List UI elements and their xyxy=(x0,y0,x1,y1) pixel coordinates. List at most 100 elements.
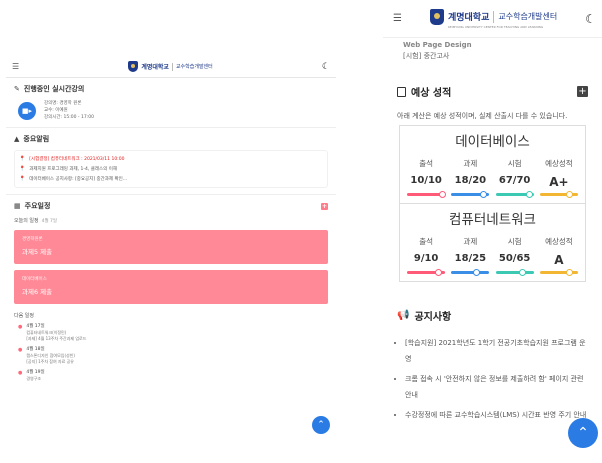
slider-knob xyxy=(518,269,526,276)
dot-icon: ● xyxy=(18,347,23,353)
lecture-time: 강의시간: 15:00 - 17:00 xyxy=(44,115,94,120)
grade-column-header: 과제 xyxy=(463,159,478,168)
notice-item[interactable]: 수강정정에 따른 교수학습시스템(LMS) 시간표 반영 주기 안내 xyxy=(405,407,588,423)
scroll-top-button[interactable]: ⌃ xyxy=(568,418,598,448)
grade-note: 아래 계산은 예상 성적이며, 실제 산출시 다를 수 있습니다. xyxy=(397,112,568,120)
grade-value-row: 10/10 18/20 67/70 A+ xyxy=(400,169,585,189)
notice-text: 과제지원 프로그래밍 과제, 1-4, 클래스의 이해 xyxy=(29,167,117,172)
notice-list: 📍 [시험결정] 컴퓨터네트워크 : 2021/03/11 10:00 📍 과제… xyxy=(14,150,328,188)
grade-value: 18/20 xyxy=(454,175,487,186)
grade-slider xyxy=(539,269,578,276)
university-shield-icon xyxy=(429,8,444,25)
slider-track xyxy=(451,271,490,274)
grade-value: A+ xyxy=(549,175,569,189)
grade-slider xyxy=(451,191,490,198)
notice-list: [학습지원] 2021학년도 1학기 전공기초학습지원 프로그램 운영 크롬 접… xyxy=(383,335,602,423)
dot-icon: ● xyxy=(18,370,23,376)
slider-knob xyxy=(479,191,487,198)
notice-item[interactable]: 📍 [시험결정] 컴퓨터네트워크 : 2021/03/11 10:00 xyxy=(19,154,323,164)
grade-slider xyxy=(495,269,534,276)
grade-bar-row xyxy=(400,191,585,198)
grade-column-header: 출석 xyxy=(419,237,434,246)
top-bar: ☰ 계명대학교 교수학습개발센터 KEIMYUNG UNIVERSITY CEN… xyxy=(383,0,602,38)
grade-slider xyxy=(495,191,534,198)
card-course: 데이터베이스 xyxy=(22,277,47,282)
grade-subject-card: 컴퓨터네트워크 출석 과제 시험 예상성적 9/10 18/25 50/65 A xyxy=(399,204,586,282)
notice-item[interactable]: 크롬 접속 시 '안전하지 않은 정보를 제출하려 함' 페이지 관련 안내 xyxy=(405,371,588,403)
video-camera-icon[interactable]: ■▸ xyxy=(18,101,36,120)
schedule-title: 주요일정 xyxy=(24,202,51,210)
next-schedule-item[interactable]: ● 4월 18일 캡스톤디자인 참여모임(성빈) [공지] 1주차 참여 자료 … xyxy=(14,347,328,365)
pin-icon: 📍 xyxy=(19,166,26,172)
add-schedule-button[interactable]: + xyxy=(321,202,328,210)
notice-item[interactable]: 📍 과제지원 프로그래밍 과제, 1-4, 클래스의 이해 xyxy=(19,164,323,174)
notice-text: 데이터베이스 공지사항: [중요공지] 중간과제 확인... xyxy=(29,177,128,182)
slider-knob xyxy=(435,269,443,276)
calendar-icon: ▦ xyxy=(14,202,21,210)
logo-divider xyxy=(493,10,495,23)
next-line2: [공지] 1주차 참여 자료 공유 xyxy=(26,359,74,364)
logo[interactable]: 계명대학교 교수학습개발센터 xyxy=(128,61,213,72)
menu-icon[interactable]: ☰ xyxy=(393,13,402,24)
menu-icon[interactable]: ☰ xyxy=(12,62,19,71)
grade-column-header: 예상성적 xyxy=(545,159,573,168)
course-exam: [시험] 중간고사 xyxy=(403,52,450,60)
important-notice-title: 중요알림 xyxy=(23,135,50,143)
grade-header-row: 출석 과제 시험 예상성적 xyxy=(400,150,585,169)
pin-icon: 📍 xyxy=(19,156,26,162)
left-screen: ☰ 계명대학교 교수학습개발센터 ☾ ✎ 진행중인 실시간강의 ■▸ 강의명: … xyxy=(6,56,336,463)
add-grade-button[interactable]: + xyxy=(577,86,588,97)
dark-mode-icon[interactable]: ☾ xyxy=(322,62,330,72)
grade-value: 50/65 xyxy=(498,253,531,264)
today-date: 4월 7일 xyxy=(41,219,58,224)
grade-slider xyxy=(451,269,490,276)
slider-knob xyxy=(525,191,533,198)
course-name: Web Page Design xyxy=(403,41,472,49)
pencil-icon: ✎ xyxy=(14,85,20,93)
next-schedule-item[interactable]: ● 4월 17일 컴퓨터네트워크(이정민) [과제] 4월 13주차 주간과제 … xyxy=(14,324,328,342)
grade-slider xyxy=(539,191,578,198)
dark-mode-icon[interactable]: ☾ xyxy=(585,12,596,26)
logo-english: KEIMYUNG UNIVERSITY CENTER FOR TEACHING … xyxy=(447,24,544,29)
notice-header: 📢 공지사항 xyxy=(383,308,602,323)
card-task: 과제5 제출 xyxy=(22,248,53,256)
live-lecture-card[interactable]: ■▸ 강의명: 경영학 원론 교수: 이예원 강의시간: 15:00 - 17:… xyxy=(14,100,328,121)
top-bar: ☰ 계명대학교 교수학습개발센터 ☾ xyxy=(6,56,336,78)
grade-header-row: 출석 과제 시험 예상성적 xyxy=(400,228,585,247)
important-notice-section: ▲ 중요알림 📍 [시험결정] 컴퓨터네트워크 : 2021/03/11 10:… xyxy=(6,128,336,195)
notice-item[interactable]: [학습지원] 2021학년도 1학기 전공기초학습지원 프로그램 운영 xyxy=(405,335,588,367)
live-lecture-title: 진행중인 실시간강의 xyxy=(23,85,85,93)
grade-value: 18/25 xyxy=(454,253,487,264)
logo[interactable]: 계명대학교 교수학습개발센터 KEIMYUNG UNIVERSITY CENTE… xyxy=(429,8,558,29)
schedule-card[interactable]: 데이터베이스 과제6 제출 xyxy=(14,270,328,304)
subject-name: 데이터베이스 xyxy=(455,134,530,150)
logo-sub: 교수학습개발센터 xyxy=(498,12,558,21)
next-line2: [과제] 4월 13주차 주간과제 업로드 xyxy=(26,336,87,341)
today-label: 오늘의 일정 4월 7일 xyxy=(14,217,328,224)
card-task: 과제6 제출 xyxy=(22,288,53,296)
grade-value: 67/70 xyxy=(498,175,531,186)
subject-name: 컴퓨터네트워크 xyxy=(449,212,536,228)
logo-main: 계명대학교 xyxy=(447,13,490,23)
notice-item[interactable]: 📍 데이터베이스 공지사항: [중요공지] 중간과제 확인... xyxy=(19,174,323,184)
next-schedule-item[interactable]: ● 4월 19일 경영구조 xyxy=(14,370,328,382)
lecture-professor: 교수: 이예원 xyxy=(44,108,68,113)
live-lecture-section: ✎ 진행중인 실시간강의 ■▸ 강의명: 경영학 원론 교수: 이예원 강의시간… xyxy=(6,78,336,128)
grade-value: A xyxy=(554,253,564,267)
grade-subjects: 데이터베이스 출석 과제 시험 예상성적 10/10 18/20 67/70 A+ 컴퓨터네트워크… xyxy=(383,125,602,282)
grade-value-row: 9/10 18/25 50/65 A xyxy=(400,247,585,267)
grade-column-header: 예상성적 xyxy=(545,237,573,246)
grade-subject-card: 데이터베이스 출석 과제 시험 예상성적 10/10 18/20 67/70 A+ xyxy=(399,125,586,204)
grade-slider xyxy=(407,191,447,198)
scroll-top-button[interactable]: ⌃ xyxy=(312,416,330,434)
slider-knob xyxy=(566,191,574,198)
grade-column-header: 시험 xyxy=(507,159,522,168)
warning-icon: ▲ xyxy=(14,135,20,143)
logo-main: 계명대학교 xyxy=(141,64,169,71)
schedule-card[interactable]: 경영학원론 과제5 제출 xyxy=(14,230,328,264)
card-course: 경영학원론 xyxy=(22,237,43,242)
grade-slider xyxy=(407,269,446,276)
pin-icon: 📍 xyxy=(19,176,26,182)
grade-header: 예상 성적 + xyxy=(383,84,602,99)
today-label-text: 오늘의 일정 xyxy=(14,218,39,224)
